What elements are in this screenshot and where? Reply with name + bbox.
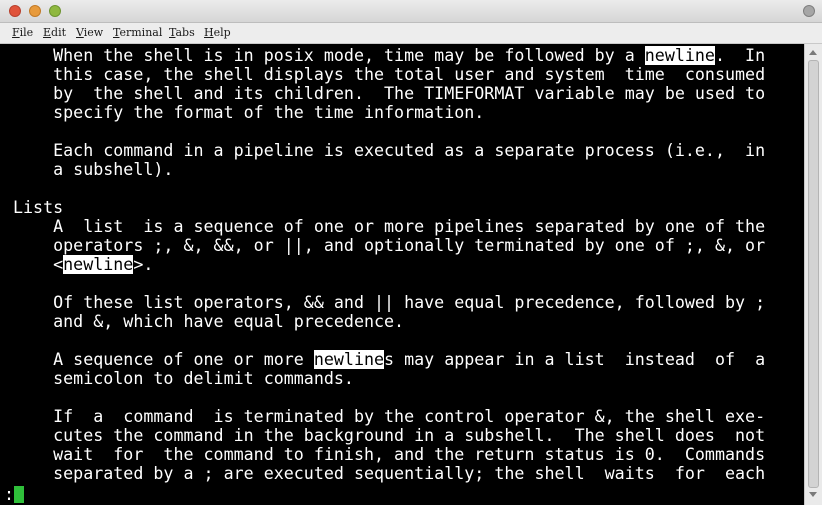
text-segment: Of these list operators, && and || have … xyxy=(13,293,766,312)
vertical-scrollbar[interactable] xyxy=(804,44,822,505)
scroll-up-arrow-icon[interactable] xyxy=(809,50,817,55)
text-segment: A sequence of one or more xyxy=(13,350,314,369)
menu-help[interactable]: Help xyxy=(204,26,231,39)
text-segment: and &, which have equal precedence. xyxy=(13,312,405,331)
text-cursor xyxy=(14,486,25,503)
terminal-line: this case, the shell displays the total … xyxy=(13,65,765,84)
text-segment: cutes the command in the background in a… xyxy=(13,426,766,445)
text-segment: Each command in a pipeline is executed a… xyxy=(13,141,766,160)
text-segment: < xyxy=(13,255,64,274)
text-segment: When the shell is in posix mode, time ma… xyxy=(13,46,645,65)
terminal-window: File Edit View Terminal Tabs Help When t… xyxy=(0,0,822,505)
highlighted-match: newline xyxy=(644,46,715,65)
text-segment: . In xyxy=(714,46,766,65)
text-segment: semicolon to delimit commands. xyxy=(13,369,354,388)
highlighted-match: newline xyxy=(63,255,134,274)
menu-bar: File Edit View Terminal Tabs Help xyxy=(0,23,822,44)
text-segment: Lists xyxy=(13,198,64,217)
menu-view[interactable]: View xyxy=(76,26,103,39)
prompt-char: : xyxy=(4,485,15,504)
terminal-line: When the shell is in posix mode, time ma… xyxy=(13,46,765,65)
terminal-line: <newline>. xyxy=(13,255,153,274)
pager-prompt[interactable]: : xyxy=(4,485,25,504)
text-segment: by the shell and its children. The TIMEF… xyxy=(13,84,766,103)
window-menu-button[interactable] xyxy=(803,5,815,17)
menu-file[interactable]: File xyxy=(12,26,33,39)
text-segment: >. xyxy=(133,255,154,274)
text-segment: this case, the shell displays the total … xyxy=(13,65,766,84)
maximize-window-button[interactable] xyxy=(49,5,61,17)
text-segment: s may appear in a list instead of a xyxy=(384,350,766,369)
text-segment: operators ;, &, &&, or ||, and optionall… xyxy=(13,236,766,255)
terminal-line: a subshell). xyxy=(13,160,173,179)
terminal-line: separated by a ; are executed sequential… xyxy=(13,464,765,483)
scrollbar-thumb[interactable] xyxy=(808,60,819,488)
terminal-line: specify the format of the time informati… xyxy=(13,103,484,122)
menu-edit[interactable]: Edit xyxy=(43,26,66,39)
minimize-window-button[interactable] xyxy=(29,5,41,17)
text-segment: If a command is terminated by the contro… xyxy=(13,407,766,426)
terminal-line: Each command in a pipeline is executed a… xyxy=(13,141,765,160)
scroll-down-arrow-icon[interactable] xyxy=(809,492,817,497)
text-segment: A list is a sequence of one or more pipe… xyxy=(13,217,766,236)
text-segment: specify the format of the time informati… xyxy=(13,103,485,122)
terminal-line: Of these list operators, && and || have … xyxy=(13,293,765,312)
terminal-line: If a command is terminated by the contro… xyxy=(13,407,765,426)
terminal-line: semicolon to delimit commands. xyxy=(13,369,354,388)
terminal-line: and &, which have equal precedence. xyxy=(13,312,404,331)
menu-tabs[interactable]: Tabs xyxy=(169,26,195,39)
menu-terminal[interactable]: Terminal xyxy=(113,26,162,39)
terminal-line: by the shell and its children. The TIMEF… xyxy=(13,84,765,103)
terminal-line: cutes the command in the background in a… xyxy=(13,426,765,445)
text-segment: a subshell). xyxy=(13,160,174,179)
terminal-line: Lists xyxy=(13,198,63,217)
terminal-line: A sequence of one or more newlines may a… xyxy=(13,350,765,369)
terminal-line: A list is a sequence of one or more pipe… xyxy=(13,217,765,236)
highlighted-match: newline xyxy=(313,350,385,369)
title-bar[interactable] xyxy=(0,0,822,23)
text-segment: wait for the command to finish, and the … xyxy=(13,445,766,464)
terminal-output[interactable]: When the shell is in posix mode, time ma… xyxy=(0,44,804,505)
terminal-line: wait for the command to finish, and the … xyxy=(13,445,765,464)
close-window-button[interactable] xyxy=(9,5,21,17)
terminal-line: operators ;, &, &&, or ||, and optionall… xyxy=(13,236,765,255)
text-segment: separated by a ; are executed sequential… xyxy=(13,464,766,483)
